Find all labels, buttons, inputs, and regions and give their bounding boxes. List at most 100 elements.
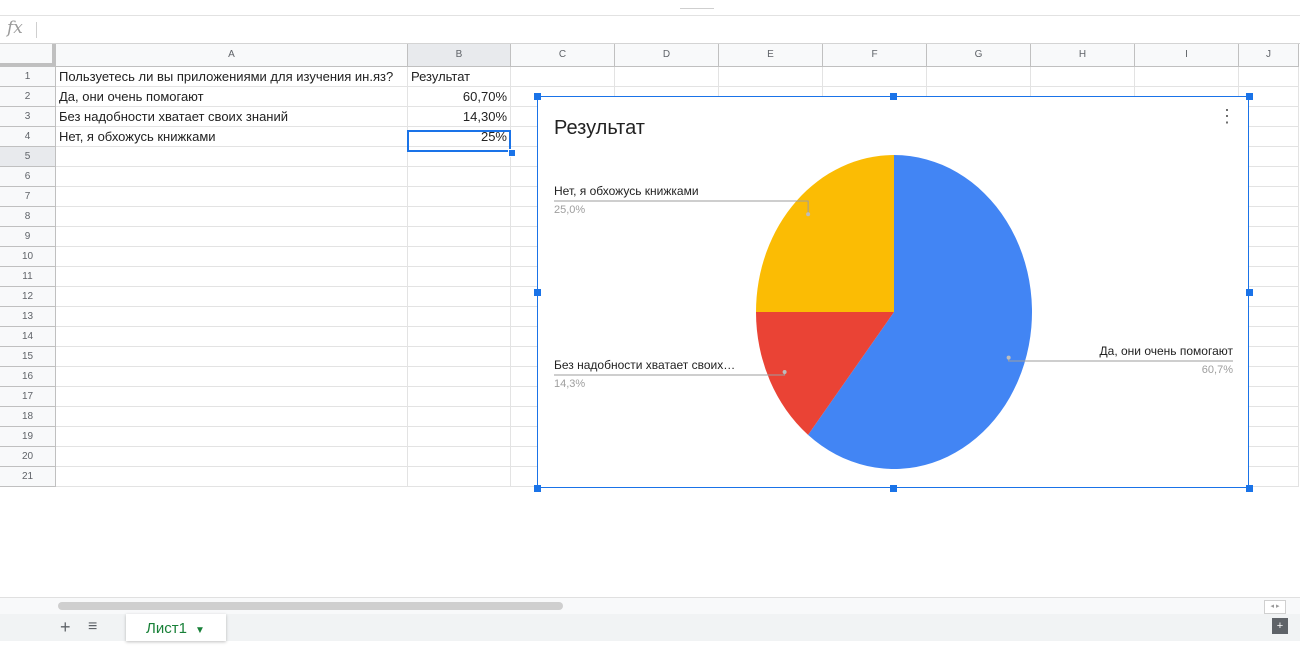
column-header-h[interactable]: H [1031,44,1135,67]
row-header-12[interactable]: 12 [0,287,56,307]
cell-a6[interactable] [56,167,408,187]
cell-b12[interactable] [408,287,511,307]
explore-icon[interactable]: + [1272,618,1288,634]
cell-a21[interactable] [56,467,408,487]
resize-handle-sw[interactable] [534,485,541,492]
cell-b8[interactable] [408,207,511,227]
cell-b21[interactable] [408,467,511,487]
resize-handle-s[interactable] [890,485,897,492]
column-header-a[interactable]: A [56,44,408,67]
cell-a14[interactable] [56,327,408,347]
row-header-5[interactable]: 5 [0,147,56,167]
row-header-8[interactable]: 8 [0,207,56,227]
cell-b2[interactable]: 60,70% [408,87,511,107]
resize-handle-n[interactable] [890,93,897,100]
cell-a8[interactable] [56,207,408,227]
cell-b16[interactable] [408,367,511,387]
horizontal-scrollbar[interactable]: ◂ ▸ [0,597,1300,614]
cell-a15[interactable] [56,347,408,367]
list-icon[interactable]: ≡ [88,618,97,636]
cell-b10[interactable] [408,247,511,267]
row-header-2[interactable]: 2 [0,87,56,107]
row-header-4[interactable]: 4 [0,127,56,147]
row-header-20[interactable]: 20 [0,447,56,467]
cell-c1[interactable] [511,67,615,87]
cell-b19[interactable] [408,427,511,447]
cell-b14[interactable] [408,327,511,347]
cell-a19[interactable] [56,427,408,447]
cell-a10[interactable] [56,247,408,267]
cell-a11[interactable] [56,267,408,287]
row-header-13[interactable]: 13 [0,307,56,327]
row-header-6[interactable]: 6 [0,167,56,187]
column-header-i[interactable]: I [1135,44,1239,67]
collapse-handle[interactable] [680,8,714,9]
column-header-d[interactable]: D [615,44,719,67]
column-header-c[interactable]: C [511,44,615,67]
resize-handle-w[interactable] [534,289,541,296]
cell-a5[interactable] [56,147,408,167]
cell-a1[interactable]: Пользуетесь ли вы приложениями для изуче… [56,67,408,87]
cell-b18[interactable] [408,407,511,427]
cell-b7[interactable] [408,187,511,207]
scrollbar-thumb[interactable] [58,602,563,610]
row-header-9[interactable]: 9 [0,227,56,247]
cell-a16[interactable] [56,367,408,387]
cell-a20[interactable] [56,447,408,467]
plus-icon[interactable]: + [60,618,71,636]
cell-a9[interactable] [56,227,408,247]
cell-b13[interactable] [408,307,511,327]
cell-f1[interactable] [823,67,927,87]
chevron-down-icon[interactable]: ▼ [195,625,205,636]
cell-b20[interactable] [408,447,511,467]
fill-handle[interactable] [508,149,516,157]
pie-slice-3[interactable] [756,155,894,312]
cell-b9[interactable] [408,227,511,247]
row-header-11[interactable]: 11 [0,267,56,287]
scroll-arrows-icon[interactable]: ◂ ▸ [1264,600,1286,614]
cell-a12[interactable] [56,287,408,307]
cell-g1[interactable] [927,67,1031,87]
row-header-18[interactable]: 18 [0,407,56,427]
cell-a17[interactable] [56,387,408,407]
cell-h1[interactable] [1031,67,1135,87]
resize-handle-nw[interactable] [534,93,541,100]
cell-a13[interactable] [56,307,408,327]
row-header-1[interactable]: 1 [0,67,56,87]
cell-b17[interactable] [408,387,511,407]
column-header-e[interactable]: E [719,44,823,67]
cell-i1[interactable] [1135,67,1239,87]
tab-sheet1[interactable]: Лист1 ▼ [126,614,226,641]
cell-b3[interactable]: 14,30% [408,107,511,127]
column-header-f[interactable]: F [823,44,927,67]
row-header-19[interactable]: 19 [0,427,56,447]
resize-handle-se[interactable] [1246,485,1253,492]
resize-handle-e[interactable] [1246,289,1253,296]
row-header-14[interactable]: 14 [0,327,56,347]
row-header-16[interactable]: 16 [0,367,56,387]
cell-j1[interactable] [1239,67,1299,87]
cell-a18[interactable] [56,407,408,427]
cell-b6[interactable] [408,167,511,187]
cell-b11[interactable] [408,267,511,287]
cell-d1[interactable] [615,67,719,87]
cell-b15[interactable] [408,347,511,367]
row-header-7[interactable]: 7 [0,187,56,207]
cell-a4[interactable]: Нет, я обхожусь книжками [56,127,408,147]
cell-a7[interactable] [56,187,408,207]
row-header-21[interactable]: 21 [0,467,56,487]
column-header-g[interactable]: G [927,44,1031,67]
row-header-3[interactable]: 3 [0,107,56,127]
formula-input[interactable] [46,16,1300,45]
row-header-15[interactable]: 15 [0,347,56,367]
cell-b1[interactable]: Результат [408,67,511,87]
cell-a3[interactable]: Без надобности хватает своих знаний [56,107,408,127]
pie-chart[interactable]: Результат ⋮ Да, они очень помогают 60,7% Б… [534,93,1253,492]
select-all-corner[interactable] [0,44,56,67]
row-header-17[interactable]: 17 [0,387,56,407]
column-header-b[interactable]: B [408,44,511,67]
cell-e1[interactable] [719,67,823,87]
row-header-10[interactable]: 10 [0,247,56,267]
cell-a2[interactable]: Да, они очень помогают [56,87,408,107]
resize-handle-ne[interactable] [1246,93,1253,100]
